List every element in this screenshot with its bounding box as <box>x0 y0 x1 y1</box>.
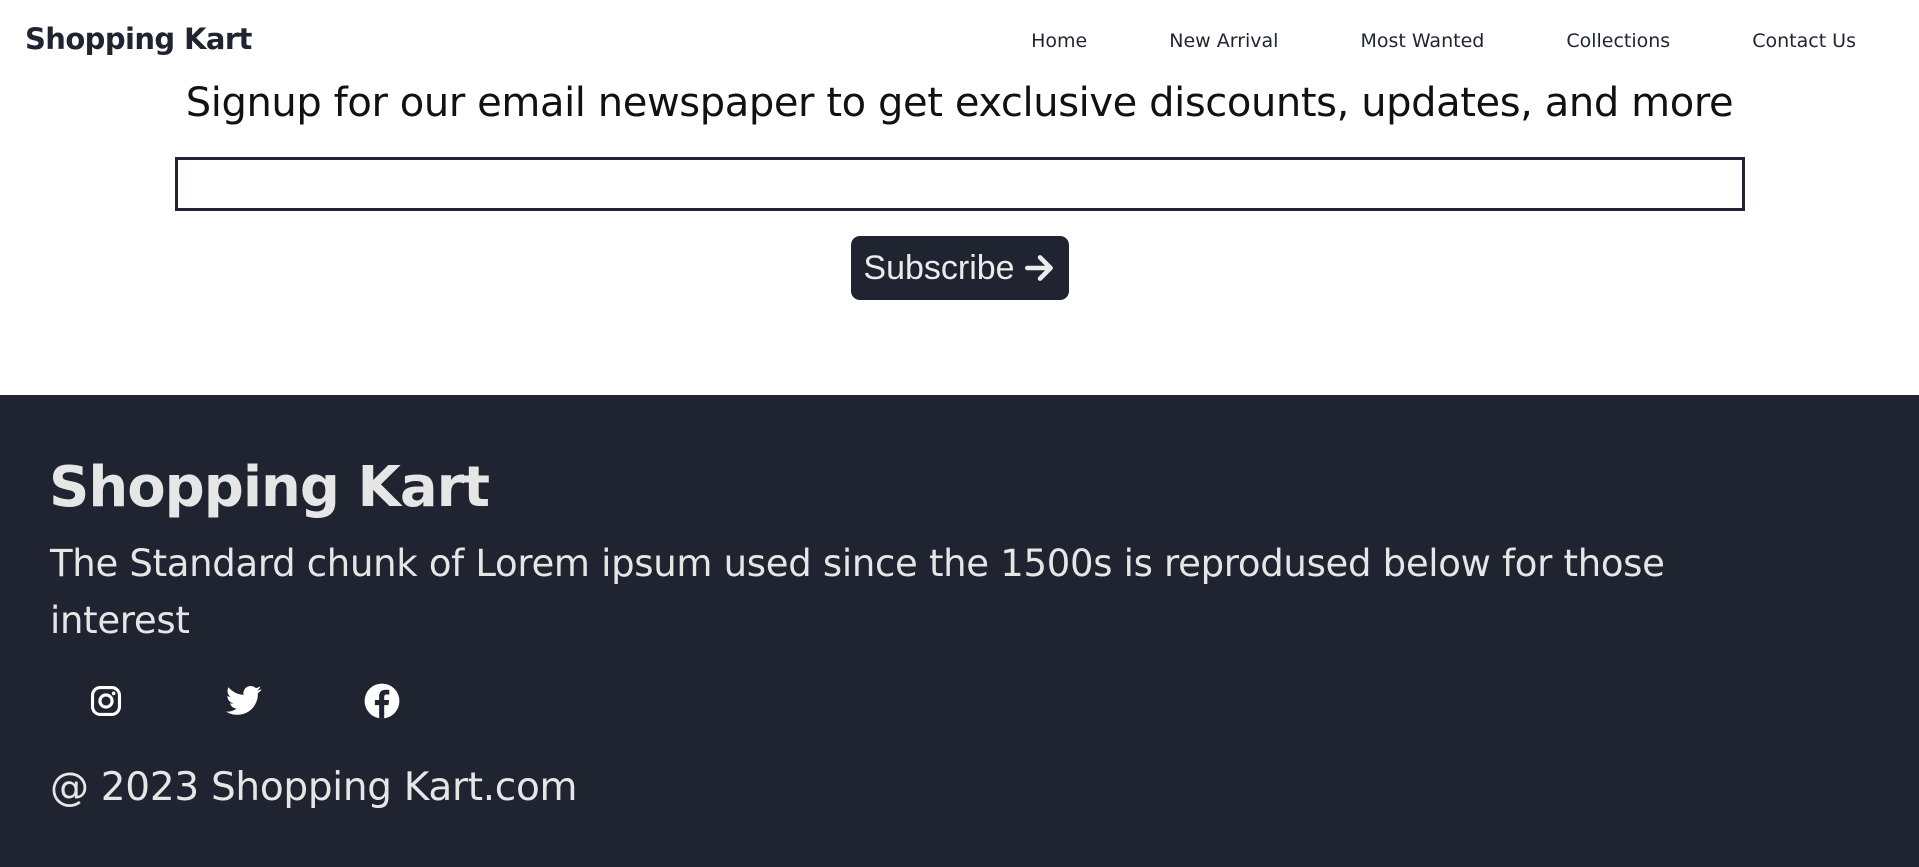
facebook-icon[interactable] <box>362 681 402 721</box>
nav-links: Home New Arrival Most Wanted Collections… <box>1031 30 1856 52</box>
arrow-right-icon <box>1023 251 1057 285</box>
brand-logo[interactable]: Shopping Kart <box>25 22 252 56</box>
instagram-icon[interactable] <box>86 681 126 721</box>
subscribe-label: Subscribe <box>863 248 1015 287</box>
email-input[interactable] <box>175 157 1745 211</box>
navbar: Shopping Kart Home New Arrival Most Want… <box>0 0 1919 84</box>
social-links <box>86 681 402 721</box>
nav-link-most-wanted[interactable]: Most Wanted <box>1360 30 1484 52</box>
copyright-text: @ 2023 Shopping Kart.com <box>50 765 578 810</box>
nav-link-new-arrival[interactable]: New Arrival <box>1169 30 1278 52</box>
nav-link-contact-us[interactable]: Contact Us <box>1752 30 1856 52</box>
subscribe-button[interactable]: Subscribe <box>851 236 1069 300</box>
footer-brand: Shopping Kart <box>49 455 490 520</box>
footer-description: The Standard chunk of Lorem ipsum used s… <box>50 542 1665 642</box>
twitter-icon[interactable] <box>224 681 264 721</box>
nav-link-home[interactable]: Home <box>1031 30 1087 52</box>
footer: Shopping Kart The Standard chunk of Lore… <box>0 395 1919 867</box>
nav-link-collections[interactable]: Collections <box>1566 30 1670 52</box>
newsletter-title: Signup for our email newspaper to get ex… <box>185 80 1734 126</box>
